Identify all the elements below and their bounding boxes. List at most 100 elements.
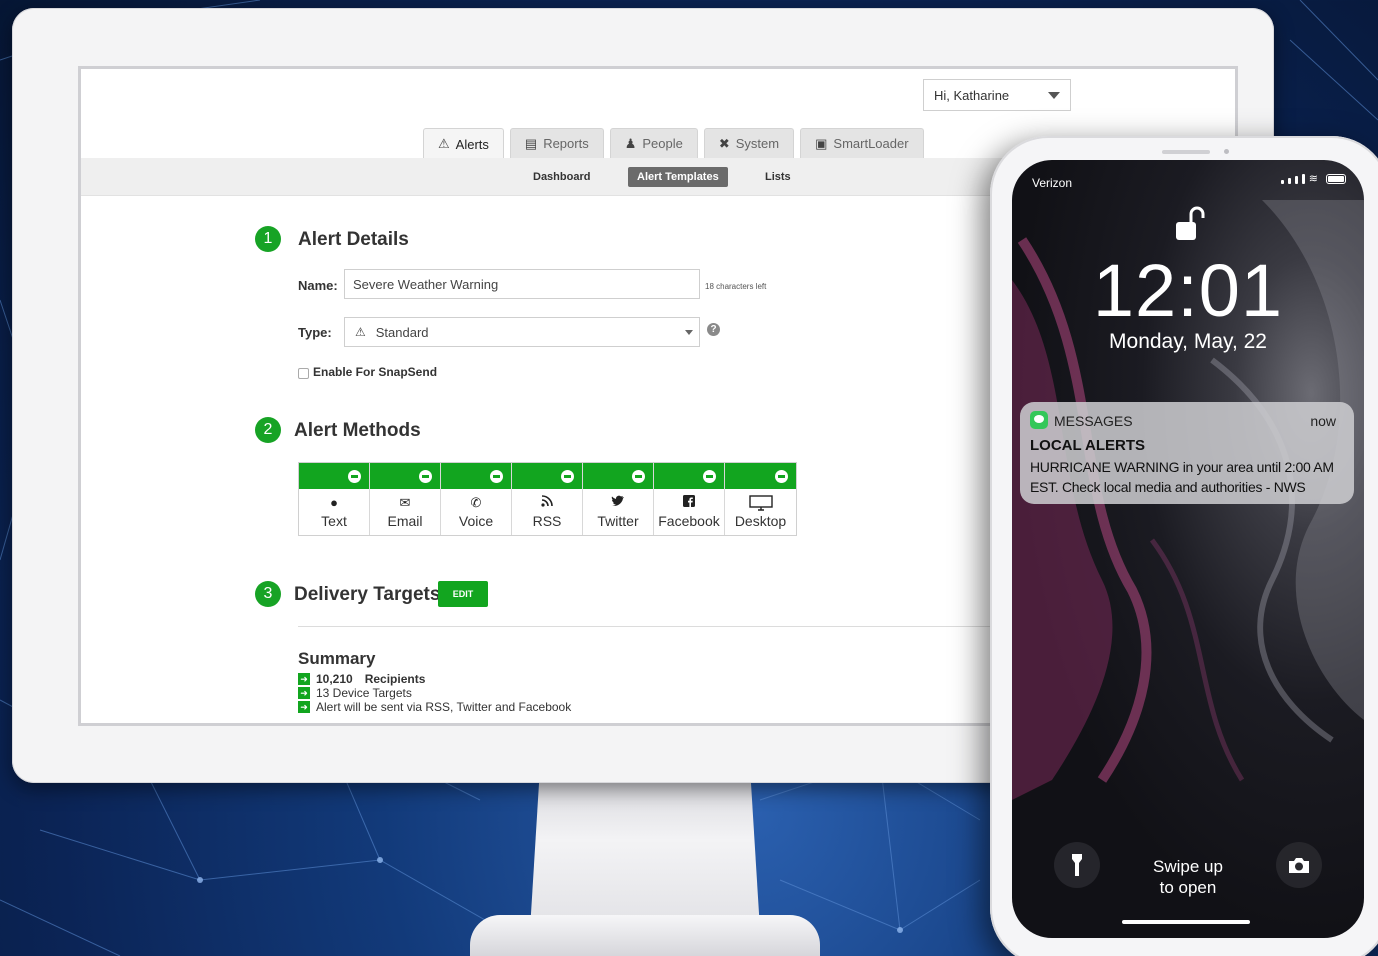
summary-title: Summary: [298, 649, 376, 668]
phone-earpiece: [1162, 150, 1210, 154]
tab-label: Alerts: [455, 136, 489, 152]
signal-icon: [1287, 178, 1291, 184]
phone-frame: Verizon ≋ 12:01 Monday, May, 22 MESSAGES…: [990, 136, 1378, 956]
arrow-right-icon: ➜: [298, 701, 310, 713]
subnav-dashboard[interactable]: Dashboard: [524, 167, 599, 187]
signal-icon: [1301, 174, 1305, 184]
alert-triangle-icon: ⚠: [438, 136, 450, 151]
remove-icon[interactable]: [703, 470, 716, 483]
type-value: Standard: [375, 324, 429, 340]
subnav-lists[interactable]: Lists: [756, 167, 800, 187]
monitor-stand-neck: [530, 780, 760, 930]
chevron-down-icon: [685, 330, 693, 335]
unlock-icon: [1176, 206, 1205, 240]
step-number-1: 1: [255, 226, 281, 252]
subnav-alert-templates[interactable]: Alert Templates: [628, 167, 728, 187]
home-indicator[interactable]: [1122, 920, 1250, 924]
summary-channels: ➜ Alert will be sent via RSS, Twitter an…: [298, 700, 571, 714]
name-label: Name:: [298, 278, 338, 293]
phone-lock-screen: Verizon ≋ 12:01 Monday, May, 22 MESSAGES…: [1012, 160, 1364, 938]
tab-smartloader[interactable]: ▣ SmartLoader: [800, 128, 924, 158]
method-twitter[interactable]: Twitter: [583, 463, 654, 535]
swipe-line-2: to open: [1159, 878, 1217, 897]
remove-icon[interactable]: [561, 470, 574, 483]
status-bar-icons: ≋: [1280, 174, 1346, 185]
tab-people[interactable]: ♟ People: [609, 128, 698, 158]
type-select[interactable]: ⚠ Standard: [344, 317, 700, 347]
method-email[interactable]: ✉ Email: [370, 463, 441, 535]
user-greeting: Hi, Katharine: [934, 87, 1010, 103]
arrow-right-icon: ➜: [298, 673, 310, 685]
method-label: Voice: [458, 513, 494, 529]
section-title-alert-details: Alert Details: [298, 229, 409, 250]
messages-icon: [1030, 411, 1048, 429]
lock-screen-date: Monday, May, 22: [1109, 330, 1267, 353]
rss-icon: [541, 495, 553, 510]
method-label: Text: [321, 513, 347, 529]
monitor-stand-base: [470, 915, 820, 956]
method-label: RSS: [532, 513, 562, 529]
arrow-right-icon: ➜: [298, 687, 310, 699]
method-label: Email: [387, 513, 423, 529]
swipe-up-hint: Swipe up to open: [1012, 856, 1364, 898]
user-menu-select[interactable]: Hi, Katharine: [923, 79, 1071, 111]
main-tabs: ⚠ Alerts ▤ Reports ♟ People ✖ System ▣ S…: [423, 128, 924, 159]
phone-camera-dot: [1224, 149, 1229, 154]
signal-icon: [1294, 176, 1298, 184]
tools-icon: ✖: [718, 135, 730, 151]
section-title-delivery-targets: Delivery Targets: [294, 584, 441, 605]
method-text[interactable]: ● Text: [299, 463, 370, 535]
remove-icon[interactable]: [419, 470, 432, 483]
device-targets-text: 13 Device Targets: [316, 686, 412, 700]
phone-icon: ✆: [470, 495, 482, 510]
method-rss[interactable]: RSS: [512, 463, 583, 535]
reports-icon: ▤: [524, 135, 538, 151]
carrier-name: Verizon: [1032, 176, 1073, 190]
swipe-line-1: Swipe up: [1153, 857, 1223, 876]
remove-icon[interactable]: [348, 470, 361, 483]
notification-time: now: [1310, 413, 1336, 429]
notification-card[interactable]: MESSAGES now LOCAL ALERTS HURRICANE WARN…: [1020, 402, 1354, 504]
envelope-icon: ✉: [399, 495, 411, 510]
remove-icon[interactable]: [775, 470, 788, 483]
notification-title: LOCAL ALERTS: [1030, 437, 1145, 454]
tab-label: Reports: [543, 136, 589, 151]
people-icon: ♟: [624, 135, 637, 151]
folder-upload-icon: ▣: [815, 135, 828, 151]
remove-icon[interactable]: [490, 470, 503, 483]
alert-methods-table: ● Text ✉ Email ✆ Voice RSS Twitter Faceb…: [298, 462, 797, 536]
twitter-icon: [611, 495, 625, 510]
method-facebook[interactable]: Facebook: [654, 463, 725, 535]
tab-alerts[interactable]: ⚠ Alerts: [423, 128, 504, 159]
method-voice[interactable]: ✆ Voice: [441, 463, 512, 535]
lock-screen-time: 12:01: [1092, 249, 1284, 332]
step-number-3: 3: [255, 581, 281, 607]
facebook-icon: [683, 495, 695, 510]
characters-left: 18 characters left: [705, 282, 767, 291]
tab-system[interactable]: ✖ System: [703, 128, 795, 158]
desktop-icon: [748, 495, 773, 511]
recipients-label: Recipients: [364, 672, 426, 686]
divider: [298, 626, 1018, 627]
tab-label: People: [642, 136, 683, 151]
edit-delivery-targets-button[interactable]: EDIT: [438, 581, 488, 607]
signal-icon: [1280, 180, 1284, 184]
method-label: Twitter: [597, 513, 639, 529]
type-label: Type:: [298, 325, 332, 340]
summary-recipients: ➜ 10,210 Recipients: [298, 672, 425, 686]
recipients-count: 10,210: [316, 672, 353, 686]
snapsend-label: Enable For SnapSend: [313, 365, 438, 379]
tab-reports[interactable]: ▤ Reports: [509, 128, 604, 158]
channels-text: Alert will be sent via RSS, Twitter and …: [316, 700, 572, 714]
tab-label: SmartLoader: [833, 136, 909, 151]
method-desktop[interactable]: Desktop: [725, 463, 796, 535]
section-title-alert-methods: Alert Methods: [294, 420, 421, 441]
notification-message: HURRICANE WARNING in your area until 2:0…: [1030, 459, 1334, 495]
snapsend-checkbox[interactable]: [298, 368, 309, 379]
help-icon[interactable]: ?: [707, 323, 720, 336]
chevron-down-icon: [1048, 92, 1060, 99]
tab-label: System: [735, 136, 780, 151]
summary-device-targets: ➜ 13 Device Targets: [298, 686, 412, 700]
remove-icon[interactable]: [632, 470, 645, 483]
name-input[interactable]: Severe Weather Warning: [344, 269, 700, 299]
